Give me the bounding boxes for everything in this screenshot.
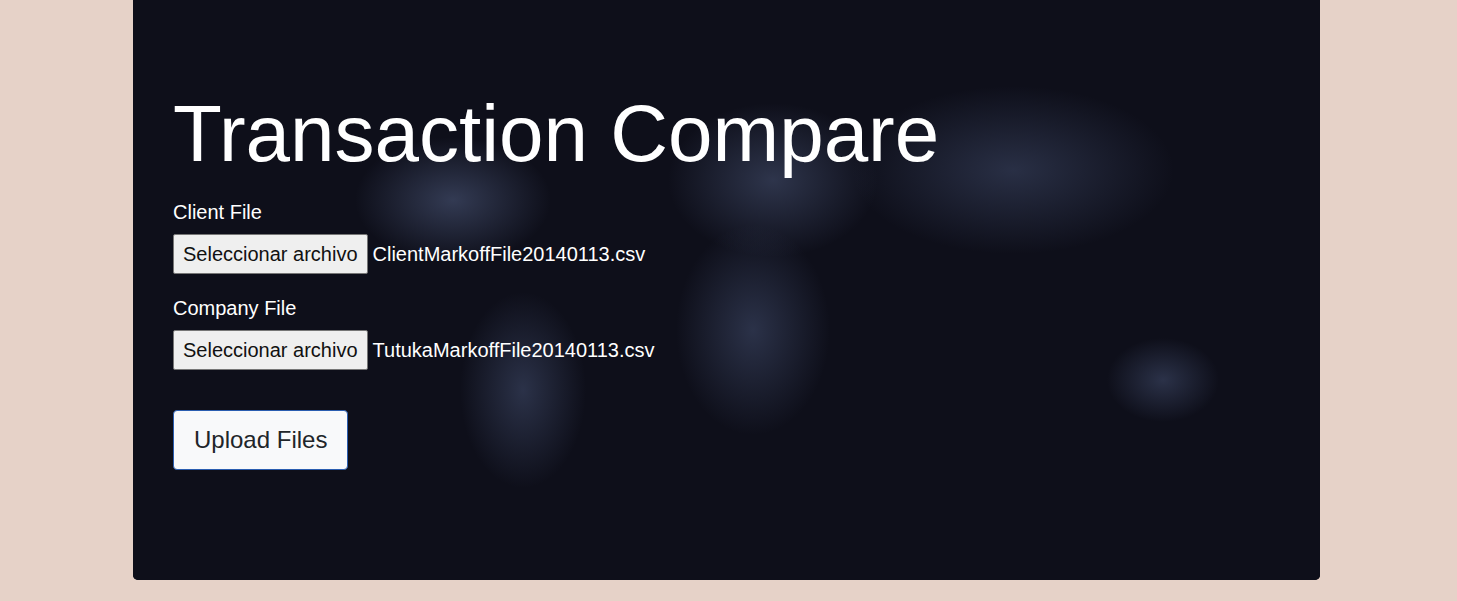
upload-button[interactable]: Upload Files [173,410,348,470]
field-label: Client File [173,198,645,226]
choose-file-button[interactable]: Seleccionar archivo [173,330,368,370]
choose-file-button[interactable]: Seleccionar archivo [173,234,368,274]
page: Transaction Compare Client File Selecciona… [0,0,1457,601]
file-field: Client File Seleccionar archivoClientMark… [173,198,645,274]
file-input[interactable]: Seleccionar archivoClientMarkoffFile2014… [173,234,645,274]
file-field: Company File Seleccionar archivoTutukaMar… [173,294,655,370]
file-name: TutukaMarkoffFile20140113.csv [373,339,655,362]
file-input[interactable]: Seleccionar archivoTutukaMarkoffFile2014… [173,330,655,370]
hero-card: Transaction Compare Client File Selecciona… [133,0,1320,580]
page-title: Transaction Compare [173,88,939,180]
upload-form: Transaction Compare Client File Selecciona… [133,0,1320,470]
field-label: Company File [173,294,655,322]
world-map-image [133,0,1320,580]
file-name: ClientMarkoffFile20140113.csv [373,243,646,266]
